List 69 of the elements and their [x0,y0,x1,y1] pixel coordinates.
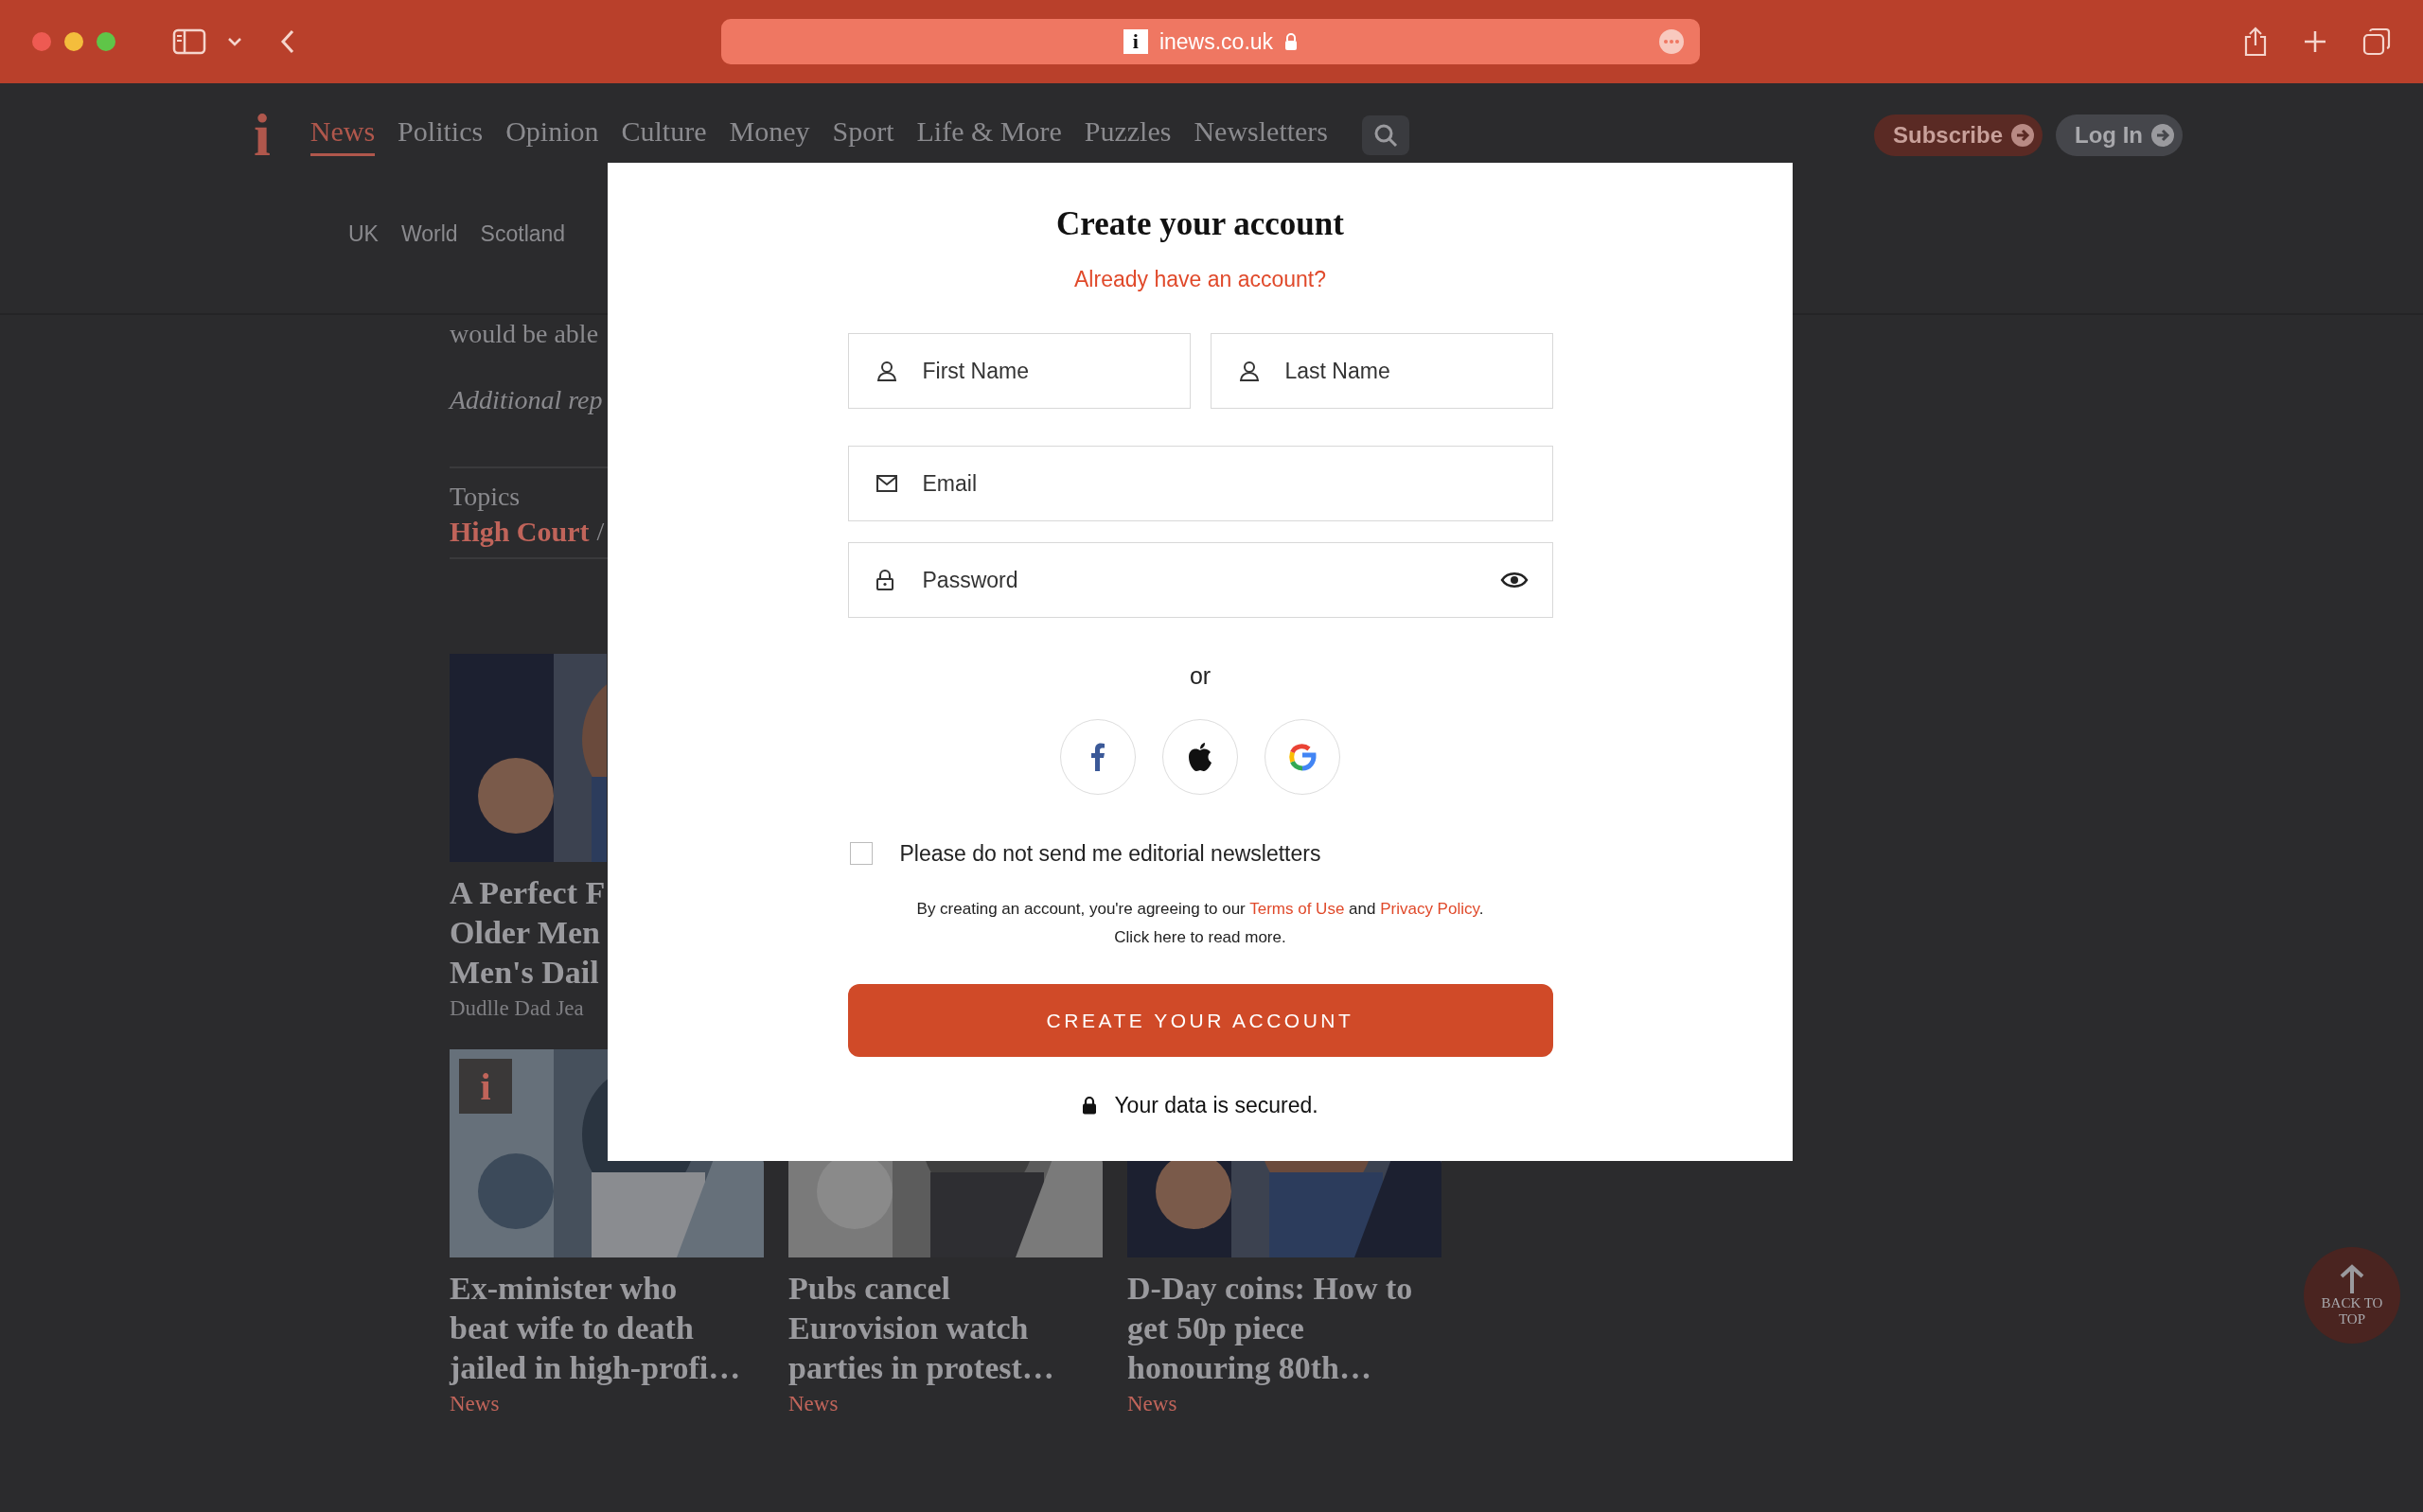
user-icon [875,360,897,381]
subnav-link[interactable]: UK [348,221,379,247]
nav-link[interactable]: Money [729,114,810,156]
site-badge: i [459,1059,512,1114]
article-text: would be able [450,318,600,350]
create-account-button[interactable]: CREATE YOUR ACCOUNT [847,984,1553,1057]
nav-link[interactable]: Puzzles [1084,114,1172,156]
terms-text: By creating an account, you're agreeing to our Terms of Use and Privacy Policy. [916,899,1484,920]
minimize-window-button[interactable] [64,32,83,51]
article-credit: Additional rep [450,384,604,416]
back-to-top-label: BACK TO TOP [2320,1295,2384,1327]
site-logo[interactable]: i [254,105,271,166]
sidebar-icon[interactable] [172,28,206,55]
card-source[interactable]: News [1127,1392,1441,1416]
back-icon[interactable] [280,29,295,54]
search-icon [1373,123,1399,148]
mail-icon [875,475,897,492]
login-link[interactable]: Already have an account? [1074,265,1326,293]
terms-link[interactable]: Terms of Use [1249,900,1345,918]
tabs-overview-icon[interactable] [2362,27,2391,56]
topic-link[interactable]: High Court [450,514,590,550]
nav-link[interactable]: Culture [621,114,707,156]
zoom-window-button[interactable] [97,32,115,51]
checkbox-label: Please do not send me editorial newsletters [899,840,1321,867]
nav-link[interactable]: Newsletters [1194,114,1329,156]
read-more-link[interactable]: Click here to read more. [1114,923,1286,952]
google-logo-icon [1288,743,1317,771]
text-field[interactable]: Last Name [1210,333,1553,409]
text-field[interactable]: First Name [847,333,1191,409]
arrow-right-icon [2150,123,2175,148]
site-favicon: i [1123,29,1148,54]
password-field[interactable]: Password [847,542,1553,618]
security-note: Your data is secured. [1114,1092,1318,1119]
chevron-down-icon[interactable] [227,37,242,46]
nav-link[interactable]: News [310,114,376,156]
back-to-top-button[interactable]: BACK TO TOP [2304,1247,2400,1344]
card-source[interactable]: News [788,1392,1103,1416]
address-bar[interactable]: i inews.co.uk [721,19,1700,64]
nav-link[interactable]: Politics [398,114,484,156]
share-icon[interactable] [2243,26,2268,57]
facebook-logo-icon [1090,743,1105,771]
subnav-link[interactable]: World [400,221,458,247]
privacy-link[interactable]: Privacy Policy [1380,900,1479,918]
login-button[interactable]: Log In [2056,114,2183,156]
nav-link[interactable]: Life & More [916,114,1062,156]
search-button[interactable] [1362,115,1410,155]
subnav-link[interactable]: Scotland [480,221,566,247]
or-divider-text: or [1189,661,1212,691]
dialog-title: Create your account [1056,204,1344,244]
card-headline[interactable]: D-Day coins: How to get 50p piece honouring 80th… [1127,1269,1441,1388]
arrow-right-icon [2010,123,2035,148]
topic-separator: / [596,516,605,548]
new-tab-icon[interactable] [2304,30,2326,53]
apple-logo-icon [1187,742,1213,772]
url-text: inews.co.uk [1158,28,1274,55]
user-icon [1238,360,1260,381]
nav-link[interactable]: Sport [832,114,894,156]
card-source[interactable]: News [450,1392,764,1416]
card-headline[interactable]: Ex-minister who beat wife to death jailed in high-profi… [450,1269,764,1388]
subscribe-button[interactable]: Subscribe [1873,114,2043,156]
lock-icon [1284,33,1299,50]
card-headline[interactable]: Pubs cancel Eurovision watch parties in protest… [788,1269,1103,1388]
nav-link[interactable]: Opinion [505,114,599,156]
lock-icon [875,570,893,590]
lock-icon [1082,1096,1098,1115]
email-field[interactable]: Email [847,446,1553,521]
topics-label: Topics [450,481,522,513]
show-password-icon[interactable] [1499,571,1529,589]
newsletter-checkbox[interactable] [849,842,873,865]
